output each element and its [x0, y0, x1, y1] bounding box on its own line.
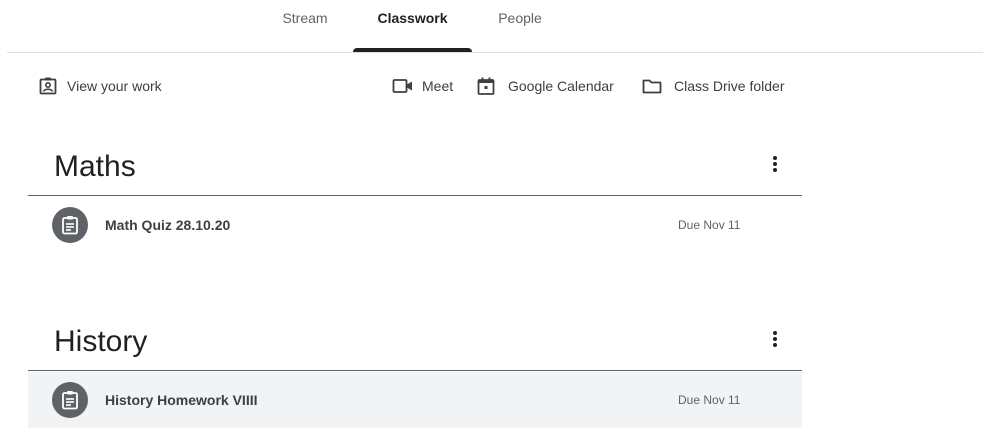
assignment-title: History Homework VIIII: [105, 392, 258, 408]
calendar-icon: [476, 76, 496, 96]
topic-options-button[interactable]: [760, 326, 790, 356]
topic-header-history: History: [28, 314, 802, 371]
topic-header-maths: Maths: [28, 139, 802, 196]
assignment-icon: [52, 382, 88, 418]
tab-classwork[interactable]: Classwork: [353, 0, 472, 52]
topic-title: History: [54, 325, 148, 358]
view-your-work-button[interactable]: View your work: [38, 76, 162, 96]
tab-stream-label: Stream: [282, 10, 328, 26]
tab-people[interactable]: People: [482, 0, 558, 52]
assignment-ind-icon: [38, 76, 58, 96]
assignment-title: Math Quiz 28.10.20: [105, 217, 231, 233]
video-camera-icon: [392, 76, 414, 96]
meet-button[interactable]: Meet: [392, 76, 453, 96]
google-calendar-label: Google Calendar: [508, 78, 614, 94]
topic-options-button[interactable]: [760, 151, 790, 181]
topic-title: Maths: [54, 150, 136, 183]
tabs-divider: [7, 52, 983, 53]
assignment-row[interactable]: History Homework VIIII Due Nov 11: [28, 372, 802, 428]
assignment-row[interactable]: Math Quiz 28.10.20 Due Nov 11: [28, 197, 802, 253]
more-vert-icon: [772, 154, 778, 179]
folder-icon: [642, 76, 662, 96]
class-drive-folder-label: Class Drive folder: [674, 78, 785, 94]
tab-stream[interactable]: Stream: [268, 0, 342, 52]
class-tabs: Stream Classwork People: [0, 0, 983, 52]
assignment-icon: [52, 207, 88, 243]
tab-classwork-label: Classwork: [377, 10, 448, 26]
google-calendar-button[interactable]: Google Calendar: [476, 76, 614, 96]
more-vert-icon: [772, 329, 778, 354]
assignment-due-date: Due Nov 11: [678, 393, 741, 407]
class-drive-folder-button[interactable]: Class Drive folder: [642, 76, 784, 96]
meet-label: Meet: [422, 78, 454, 94]
tab-people-label: People: [498, 10, 542, 26]
view-your-work-label: View your work: [67, 78, 162, 94]
assignment-due-date: Due Nov 11: [678, 218, 741, 232]
